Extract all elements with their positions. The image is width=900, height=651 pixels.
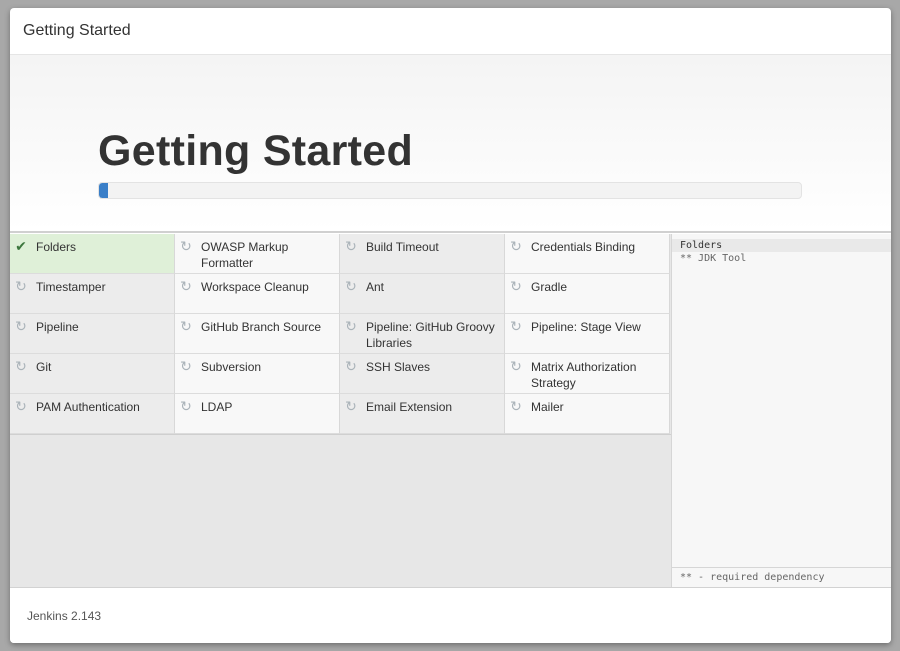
dialog-header: Getting Started	[10, 8, 891, 55]
log-line: ** JDK Tool	[680, 253, 747, 264]
refresh-icon: ↻	[180, 358, 192, 374]
plugin-label: Workspace Cleanup	[201, 280, 309, 294]
plugin-label: Folders	[36, 240, 77, 254]
refresh-icon: ↻	[345, 318, 357, 334]
plugin-label: Pipeline	[36, 320, 79, 334]
plugin-grid: ✔ Folders ↻ OWASP Markup Formatter ↻ Build Ti…	[10, 234, 671, 435]
plugin-item: ↻ Email Extension	[340, 394, 505, 434]
plugin-item: ↻ Gradle	[505, 274, 670, 314]
install-progress-bar	[98, 182, 802, 199]
plugin-label: SSH Slaves	[366, 360, 431, 374]
plugin-item: ↻ OWASP Markup Formatter	[175, 234, 340, 274]
refresh-icon: ↻	[510, 278, 522, 294]
plugin-label: Git	[36, 360, 52, 374]
refresh-icon: ↻	[345, 238, 357, 254]
plugin-label: PAM Authentication	[36, 400, 140, 414]
plugin-label: GitHub Branch Source	[201, 320, 322, 334]
plugin-label: Email Extension	[366, 400, 453, 414]
refresh-icon: ↻	[510, 358, 522, 374]
plugin-item: ↻ Git	[10, 354, 175, 394]
log-legend: ** - required dependency	[672, 567, 891, 587]
plugin-item: ↻ LDAP	[175, 394, 340, 434]
plugin-label: Credentials Binding	[531, 240, 636, 254]
plugin-item: ↻ Credentials Binding	[505, 234, 670, 274]
plugin-item: ↻ Workspace Cleanup	[175, 274, 340, 314]
refresh-icon: ↻	[180, 318, 192, 334]
progress-fill	[99, 183, 109, 198]
plugin-item: ✔ Folders	[10, 234, 175, 274]
plugin-label: OWASP Markup Formatter	[201, 240, 289, 270]
plugin-label: Ant	[366, 280, 385, 294]
plugin-label: LDAP	[201, 400, 233, 414]
dialog-footer: Jenkins 2.143	[10, 587, 891, 643]
refresh-icon: ↻	[15, 278, 27, 294]
refresh-icon: ↻	[510, 398, 522, 414]
plugin-label: Timestamper	[36, 280, 106, 294]
refresh-icon: ↻	[180, 398, 192, 414]
plugin-label: Pipeline: GitHub Groovy Libraries	[366, 320, 495, 350]
hero-section: Getting Started	[10, 55, 891, 233]
refresh-icon: ↻	[510, 238, 522, 254]
install-log-panel[interactable]: Folders ** JDK Tool ** - required depend…	[671, 234, 891, 587]
plugin-item: ↻ Matrix Authorization Strategy	[505, 354, 670, 394]
plugin-item: ↻ Build Timeout	[340, 234, 505, 274]
plugin-item: ↻ Timestamper	[10, 274, 175, 314]
page-title: Getting Started	[98, 127, 414, 175]
refresh-icon: ↻	[15, 318, 27, 334]
checkmark-icon: ✔	[15, 238, 27, 254]
refresh-icon: ↻	[180, 278, 192, 294]
plugin-item: ↻ Mailer	[505, 394, 670, 434]
plugin-label: Mailer	[531, 400, 564, 414]
plugin-item: ↻ GitHub Branch Source	[175, 314, 340, 354]
plugin-label: Matrix Authorization Strategy	[531, 360, 637, 390]
plugin-label: Pipeline: Stage View	[531, 320, 641, 334]
plugin-label: Gradle	[531, 280, 568, 294]
refresh-icon: ↻	[15, 358, 27, 374]
plugin-install-area: ✔ Folders ↻ OWASP Markup Formatter ↻ Build Ti…	[10, 234, 891, 587]
plugin-item: ↻ Pipeline: GitHub Groovy Libraries	[340, 314, 505, 354]
plugin-item: ↻ Pipeline	[10, 314, 175, 354]
refresh-icon: ↻	[345, 278, 357, 294]
refresh-icon: ↻	[15, 398, 27, 414]
refresh-icon: ↻	[345, 358, 357, 374]
plugin-item: ↻ PAM Authentication	[10, 394, 175, 434]
plugin-label: Subversion	[201, 360, 262, 374]
plugin-item: ↻ SSH Slaves	[340, 354, 505, 394]
refresh-icon: ↻	[345, 398, 357, 414]
dialog-title: Getting Started	[23, 22, 131, 39]
plugin-item: ↻ Pipeline: Stage View	[505, 314, 670, 354]
refresh-icon: ↻	[510, 318, 522, 334]
plugin-item: ↻ Ant	[340, 274, 505, 314]
refresh-icon: ↻	[180, 238, 192, 254]
plugin-label: Build Timeout	[366, 240, 439, 254]
plugin-item: ↻ Subversion	[175, 354, 340, 394]
version-label: Jenkins 2.143	[27, 608, 102, 623]
log-line: Folders	[672, 239, 891, 252]
setup-wizard-dialog: Getting Started Getting Started ✔ Folders…	[10, 8, 891, 643]
